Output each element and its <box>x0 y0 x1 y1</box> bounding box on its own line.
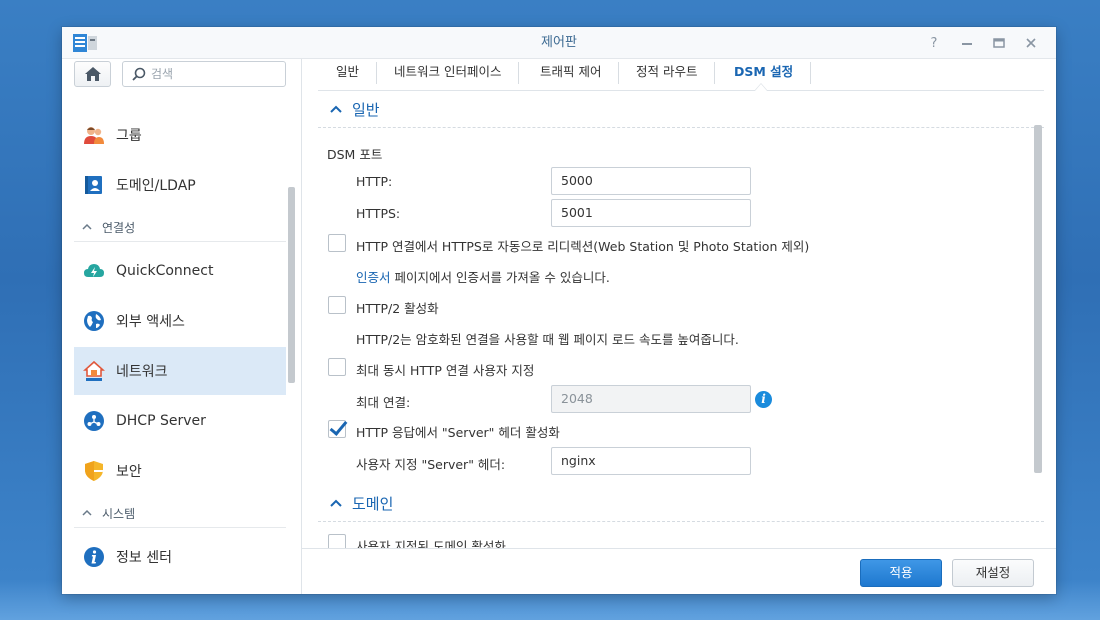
search-input[interactable] <box>151 65 279 83</box>
title-bar: 제어판 ? <box>62 27 1056 59</box>
help-icon[interactable]: ? <box>924 33 944 53</box>
http2-label: HTTP/2 활성화 <box>356 301 439 316</box>
tab-traffic-control[interactable]: 트래픽 제어 <box>522 59 620 85</box>
http2-checkbox[interactable] <box>328 296 346 314</box>
home-icon <box>84 67 101 81</box>
main-panel: 일반 네트워크 인터페이스 트래픽 제어 정적 라우트 DSM 설정 일반 DS… <box>302 59 1056 594</box>
tab-label: 일반 <box>336 64 360 79</box>
reset-button[interactable]: 재설정 <box>952 559 1034 587</box>
external-access-icon <box>82 309 106 333</box>
tab-bar: 일반 네트워크 인터페이스 트래픽 제어 정적 라우트 DSM 설정 <box>318 59 1044 91</box>
chevron-up-icon <box>82 221 96 234</box>
domain-ldap-icon <box>82 173 106 197</box>
https-port-label: HTTPS: <box>356 206 401 221</box>
control-panel-window: 제어판 ? 그룹 <box>62 27 1056 594</box>
sidebar-section-label: 연결성 <box>102 221 136 235</box>
max-connections-label: 최대 동시 HTTP 연결 사용자 지정 <box>356 363 535 378</box>
server-header-label: HTTP 응답에서 "Server" 헤더 활성화 <box>356 425 560 440</box>
apply-button[interactable]: 적용 <box>860 559 942 587</box>
content-scrollbar[interactable] <box>1034 125 1042 473</box>
dhcp-server-icon <box>82 409 106 433</box>
sidebar-item-network[interactable]: 네트워크 <box>74 347 286 395</box>
sidebar-section-connectivity[interactable]: 연결성 <box>74 214 286 242</box>
sidebar-scrollbar[interactable] <box>288 187 295 383</box>
tab-static-route[interactable]: 정적 라우트 <box>618 59 716 85</box>
sidebar-item-label: 외부 액세스 <box>116 314 185 330</box>
minimize-icon[interactable] <box>957 33 977 53</box>
sidebar-item-group[interactable]: 그룹 <box>74 111 286 159</box>
tab-label: DSM 설정 <box>734 64 794 79</box>
security-shield-icon <box>82 459 106 483</box>
sidebar-item-info-center[interactable]: 정보 센터 <box>74 533 286 581</box>
maximize-icon[interactable] <box>989 33 1009 53</box>
section-title: 도메인 <box>352 495 394 513</box>
tab-general[interactable]: 일반 <box>318 59 378 85</box>
tab-label: 네트워크 인터페이스 <box>394 64 502 79</box>
http-port-field[interactable]: 5000 <box>551 167 751 195</box>
max-connections-field-label: 최대 연결: <box>356 395 411 410</box>
tab-dsm-settings[interactable]: DSM 설정 <box>716 59 812 85</box>
sidebar-item-domain-ldap[interactable]: 도메인/LDAP <box>74 161 286 209</box>
server-header-checkbox[interactable] <box>328 420 346 438</box>
tab-label: 정적 라우트 <box>636 64 698 79</box>
section-general-header[interactable]: 일반 <box>318 92 1044 128</box>
chevron-up-icon <box>330 496 342 511</box>
tab-network-interface[interactable]: 네트워크 인터페이스 <box>376 59 520 85</box>
https-redirect-label: HTTP 연결에서 HTTPS로 자동으로 리디렉션(Web Station 및… <box>356 239 810 254</box>
sidebar-item-label: 도메인/LDAP <box>116 178 196 194</box>
section-title: 일반 <box>352 101 380 119</box>
sidebar-item-label: 정보 센터 <box>116 550 172 566</box>
chevron-up-icon <box>330 102 342 117</box>
active-tab-indicator <box>754 83 768 91</box>
http2-description: HTTP/2는 암호화된 연결을 사용할 때 웹 페이지 로드 속도를 높여줍니… <box>356 332 739 347</box>
dsm-port-label: DSM 포트 <box>327 147 383 162</box>
sidebar-item-dhcp-server[interactable]: DHCP Server <box>74 397 286 445</box>
network-icon <box>82 359 106 383</box>
footer-bar: 적용 재설정 <box>302 548 1056 594</box>
group-icon <box>82 123 106 147</box>
quickconnect-icon <box>82 259 106 283</box>
section-domain-header[interactable]: 도메인 <box>318 486 1044 522</box>
home-button[interactable] <box>74 61 111 87</box>
sidebar-item-label: 보안 <box>116 464 142 480</box>
sidebar-item-theme[interactable]: 테마 <box>74 583 286 594</box>
sidebar-item-label: QuickConnect <box>116 263 214 279</box>
sidebar-item-external-access[interactable]: 외부 액세스 <box>74 297 286 345</box>
sidebar-section-system[interactable]: 시스템 <box>74 500 286 528</box>
sidebar-item-label: 네트워크 <box>116 364 168 380</box>
http-port-label: HTTP: <box>356 174 393 189</box>
window-title: 제어판 <box>541 35 577 50</box>
custom-server-header-field[interactable]: nginx <box>551 447 751 475</box>
sidebar: 그룹 도메인/LDAP 연결성 QuickConnect 외부 액세스 <box>62 59 302 594</box>
certificate-hint: 인증서 페이지에서 인증서를 가져올 수 있습니다. <box>356 267 610 286</box>
sidebar-item-label: DHCP Server <box>116 413 206 429</box>
tab-label: 트래픽 제어 <box>540 64 602 79</box>
sidebar-section-label: 시스템 <box>102 507 136 521</box>
sidebar-item-security[interactable]: 보안 <box>74 447 286 495</box>
info-center-icon <box>82 545 106 569</box>
search-icon <box>132 67 146 81</box>
max-connections-checkbox[interactable] <box>328 358 346 376</box>
chevron-up-icon <box>82 507 96 520</box>
certificate-link[interactable]: 인증서 <box>356 270 391 285</box>
tab-divider <box>518 62 520 84</box>
close-icon[interactable] <box>1021 33 1041 53</box>
max-connections-field[interactable]: 2048 <box>551 385 751 413</box>
custom-server-header-label: 사용자 지정 "Server" 헤더: <box>356 457 506 472</box>
sidebar-item-quickconnect[interactable]: QuickConnect <box>74 247 286 295</box>
sidebar-item-label: 그룹 <box>116 128 142 144</box>
info-icon[interactable]: i <box>755 391 772 408</box>
tab-divider <box>810 62 812 84</box>
settings-content: 일반 DSM 포트 HTTP: 5000 HTTPS: 5001 HTTP 연결… <box>318 92 1044 580</box>
https-port-field[interactable]: 5001 <box>551 199 751 227</box>
certificate-hint-text: 페이지에서 인증서를 가져올 수 있습니다. <box>390 270 610 285</box>
https-redirect-checkbox[interactable] <box>328 234 346 252</box>
search-box[interactable] <box>122 61 286 87</box>
